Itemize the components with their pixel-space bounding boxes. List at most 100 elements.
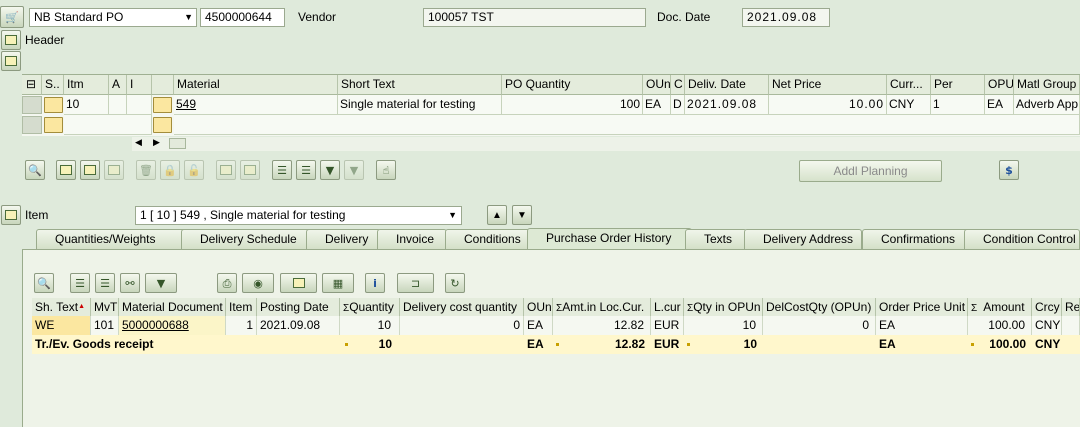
cell-delcost-opun[interactable]: 0 — [763, 316, 876, 335]
cell-delivery-cost-quantity[interactable]: 0 — [400, 316, 524, 335]
services-button[interactable]: ☝ — [376, 160, 396, 180]
col-a[interactable]: A — [109, 75, 127, 95]
sort-desc-button[interactable]: ☰ — [296, 160, 316, 180]
cell-order-price-unit[interactable]: EA — [876, 316, 968, 335]
cell-po-quantity[interactable]: 100 — [502, 95, 643, 115]
material-document-link[interactable]: 5000000688 — [122, 318, 189, 332]
delete-filter-button[interactable]: ▼ — [344, 160, 364, 180]
header-expand-button[interactable] — [1, 30, 21, 50]
tab-delivery[interactable]: Delivery — [306, 229, 381, 249]
doc-date-field[interactable]: 2021.09.08 — [742, 8, 830, 27]
tab-quantities-weights[interactable]: Quantities/Weights — [36, 229, 189, 249]
cell-per[interactable]: 1 — [931, 95, 985, 115]
cell-amount[interactable]: 100.00 — [968, 316, 1032, 335]
hcol-material-document[interactable]: Material Document — [119, 298, 226, 317]
history-find-button[interactable]: ⚯ — [120, 273, 140, 293]
cell-a[interactable] — [109, 95, 127, 115]
hcol-crcy[interactable]: Crcy — [1032, 298, 1062, 317]
previous-item-button[interactable]: ▲ — [487, 205, 507, 225]
hcol-lcur[interactable]: L.cur — [651, 298, 684, 317]
material-selector[interactable] — [153, 117, 172, 133]
cell-material-document[interactable]: 5000000688 — [119, 316, 226, 335]
history-refresh-button[interactable]: ↻ — [445, 273, 465, 293]
cell-oun[interactable]: EA — [643, 95, 671, 115]
scroll-left-icon[interactable]: ◀ — [135, 137, 142, 148]
tab-conditions[interactable]: Conditions — [445, 229, 530, 249]
col-opu[interactable]: OPU — [985, 75, 1014, 95]
po-number-field[interactable]: 4500000644 — [200, 8, 285, 27]
hcol-quantity[interactable]: ΣQuantity — [340, 298, 400, 317]
history-layout-button[interactable]: ▦ — [322, 273, 354, 293]
lock-button[interactable]: 🔒 — [160, 160, 180, 180]
hcol-sh-text[interactable]: Sh. Text▲ — [32, 298, 91, 317]
history-sort-desc-button[interactable]: ☰ — [95, 273, 115, 293]
status-selector[interactable] — [44, 117, 63, 133]
cell-deliv-date[interactable]: 2021.09.08 — [685, 95, 769, 115]
vendor-field[interactable]: 100057 TST — [423, 8, 646, 27]
cell-amt-loc[interactable]: 12.82 — [553, 316, 651, 335]
paste-item-button[interactable] — [104, 160, 124, 180]
add-details-button[interactable] — [56, 160, 76, 180]
status-selector[interactable] — [44, 97, 63, 113]
cell-oun[interactable]: EA — [524, 316, 553, 335]
cell-posting-date[interactable]: 2021.09.08 — [257, 316, 340, 335]
cell-crcy[interactable]: CNY — [1032, 316, 1062, 335]
history-details-button[interactable]: 🔍 — [34, 273, 54, 293]
tab-delivery-schedule[interactable]: Delivery Schedule — [181, 229, 313, 249]
history-views-button[interactable]: ◉ — [242, 273, 274, 293]
cell-net-price[interactable]: 10.00 — [769, 95, 887, 115]
cell-currency[interactable]: CNY — [887, 95, 931, 115]
cell-c[interactable]: D — [671, 95, 685, 115]
col-net-price[interactable]: Net Price — [769, 75, 887, 95]
cell-material[interactable]: 549 — [174, 95, 338, 115]
col-c[interactable]: C — [671, 75, 685, 95]
col-deliv-date[interactable]: Deliv. Date — [685, 75, 769, 95]
col-matl-group[interactable]: Matl Group — [1014, 75, 1080, 95]
deselect-button[interactable] — [240, 160, 260, 180]
tab-confirmations[interactable]: Confirmations — [862, 229, 971, 249]
empty-cell[interactable] — [64, 115, 152, 135]
col-short-text[interactable]: Short Text — [338, 75, 502, 95]
col-status[interactable]: S.. — [42, 75, 64, 95]
select-all-button[interactable] — [216, 160, 236, 180]
row-selector[interactable] — [22, 96, 42, 114]
cell-re[interactable] — [1062, 316, 1080, 335]
item-overview-expand-button[interactable] — [1, 51, 21, 71]
cell-opu[interactable]: EA — [985, 95, 1014, 115]
tab-texts[interactable]: Texts — [685, 229, 747, 249]
document-overview-icon[interactable]: 🛒 — [0, 6, 24, 28]
col-material-select[interactable] — [152, 75, 174, 95]
cell-sh-text[interactable]: WE — [32, 316, 91, 335]
delete-button[interactable]: 🗑 — [136, 160, 156, 180]
hcol-order-price-unit[interactable]: Order Price Unit — [876, 298, 968, 317]
next-item-button[interactable]: ▼ — [512, 205, 532, 225]
cell-i[interactable] — [127, 95, 152, 115]
hcol-item[interactable]: Item — [226, 298, 257, 317]
tab-condition-control[interactable]: Condition Control — [964, 229, 1080, 249]
history-info-button[interactable]: i — [365, 273, 385, 293]
col-itm[interactable]: Itm — [64, 75, 109, 95]
hcol-delcost-opun[interactable]: DelCostQty (OPUn) — [763, 298, 876, 317]
col-per[interactable]: Per — [931, 75, 985, 95]
cell-short-text[interactable]: Single material for testing — [338, 95, 502, 115]
doc-type-select[interactable]: NB Standard PO ▼ — [29, 8, 197, 27]
horizontal-scrollbar[interactable]: ◀ ▶ — [132, 137, 1080, 151]
copy-item-button[interactable] — [80, 160, 100, 180]
material-selector[interactable] — [153, 97, 172, 113]
item-collapse-button[interactable] — [1, 205, 21, 225]
col-material[interactable]: Material — [174, 75, 338, 95]
hcol-posting-date[interactable]: Posting Date — [257, 298, 340, 317]
hcol-mvt[interactable]: MvT — [91, 298, 119, 317]
history-export-button[interactable] — [280, 273, 317, 293]
cell-quantity[interactable]: 10 — [340, 316, 400, 335]
tab-delivery-address[interactable]: Delivery Address — [744, 229, 862, 249]
cell-itm[interactable]: 10 — [64, 95, 109, 115]
hcol-amt-loc[interactable]: ΣAmt.in Loc.Cur. — [553, 298, 651, 317]
hcol-delivery-cost-quantity[interactable]: Delivery cost quantity — [400, 298, 524, 317]
cell-item[interactable]: 1 — [226, 316, 257, 335]
addl-planning-button[interactable]: Addl Planning — [799, 160, 942, 182]
scroll-thumb[interactable] — [169, 138, 186, 149]
sort-asc-button[interactable]: ☰ — [272, 160, 292, 180]
details-button[interactable]: 🔍 — [25, 160, 45, 180]
history-aggregation-button[interactable]: ⊐ — [397, 273, 434, 293]
